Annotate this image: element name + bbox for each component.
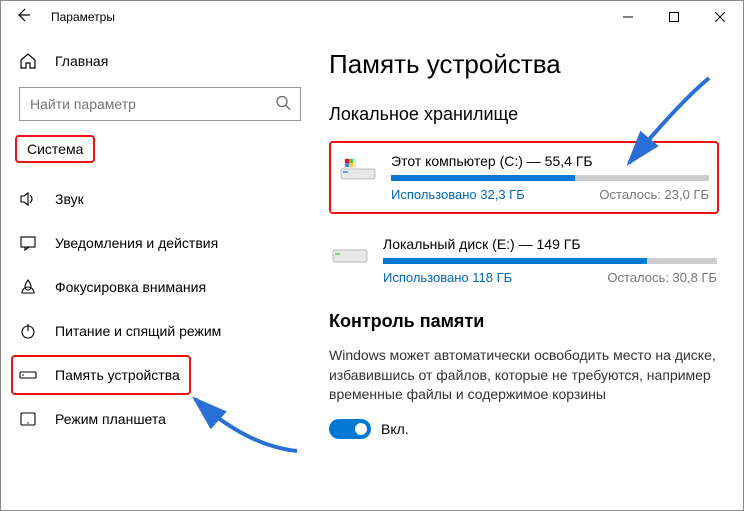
drive-c-used: Использовано 32,3 ГБ xyxy=(391,187,525,202)
drive-c-icon xyxy=(339,155,377,183)
focus-icon xyxy=(19,278,37,296)
drive-c-free: Осталось: 23,0 ГБ xyxy=(599,187,709,202)
sidebar: Главная Система Звук xyxy=(1,33,319,510)
home-label: Главная xyxy=(55,53,108,69)
sidebar-item-sound[interactable]: Звук xyxy=(1,177,319,221)
sidebar-item-label: Режим планшета xyxy=(55,411,166,427)
sidebar-item-focus[interactable]: Фокусировка внимания xyxy=(1,265,319,309)
sidebar-item-storage[interactable]: Память устройства xyxy=(1,353,319,397)
drive-c[interactable]: Этот компьютер (C:) — 55,4 ГБ Использова… xyxy=(329,141,719,214)
power-icon xyxy=(19,322,37,340)
drive-e-bar xyxy=(383,258,717,264)
page-title: Память устройства xyxy=(329,49,719,80)
sidebar-item-label: Память устройства xyxy=(55,367,180,383)
titlebar: Параметры xyxy=(1,1,743,33)
sidebar-item-power[interactable]: Питание и спящий режим xyxy=(1,309,319,353)
sidebar-item-label: Фокусировка внимания xyxy=(55,279,206,295)
category-label: Система xyxy=(27,141,83,157)
window-title: Параметры xyxy=(51,10,115,24)
drive-e[interactable]: Локальный диск (E:) — 149 ГБ Использован… xyxy=(329,232,719,289)
sidebar-item-label: Уведомления и действия xyxy=(55,235,218,251)
category-system[interactable]: Система xyxy=(15,135,95,163)
sidebar-item-notifications[interactable]: Уведомления и действия xyxy=(1,221,319,265)
drive-e-free: Осталось: 30,8 ГБ xyxy=(607,270,717,285)
main-content: Память устройства Локальное хранилище Эт… xyxy=(319,33,743,510)
home-icon xyxy=(19,52,37,70)
local-storage-title: Локальное хранилище xyxy=(329,104,719,125)
drive-e-used: Использовано 118 ГБ xyxy=(383,270,512,285)
storage-sense-toggle[interactable] xyxy=(329,419,371,439)
storage-sense-desc: Windows может автоматически освободить м… xyxy=(329,346,719,405)
search-box[interactable] xyxy=(19,87,301,121)
settings-window: Параметры Главная xyxy=(0,0,744,511)
drive-e-title: Локальный диск (E:) — 149 ГБ xyxy=(383,236,717,252)
tablet-icon xyxy=(19,410,37,428)
maximize-button[interactable] xyxy=(651,1,697,33)
minimize-button[interactable] xyxy=(605,1,651,33)
sidebar-item-tablet[interactable]: Режим планшета xyxy=(1,397,319,441)
drive-c-bar xyxy=(391,175,709,181)
sidebar-item-label: Питание и спящий режим xyxy=(55,323,221,339)
drive-e-icon xyxy=(331,238,369,266)
close-button[interactable] xyxy=(697,1,743,33)
search-input[interactable] xyxy=(19,87,301,121)
sound-icon xyxy=(19,190,37,208)
sidebar-item-label: Звук xyxy=(55,191,84,207)
storage-icon xyxy=(19,366,37,384)
drive-c-title: Этот компьютер (C:) — 55,4 ГБ xyxy=(391,153,709,169)
back-button[interactable] xyxy=(15,8,31,27)
storage-sense-title: Контроль памяти xyxy=(329,311,719,332)
notifications-icon xyxy=(19,234,37,252)
storage-sense-toggle-label: Вкл. xyxy=(381,421,409,437)
home-nav[interactable]: Главная xyxy=(1,41,319,81)
